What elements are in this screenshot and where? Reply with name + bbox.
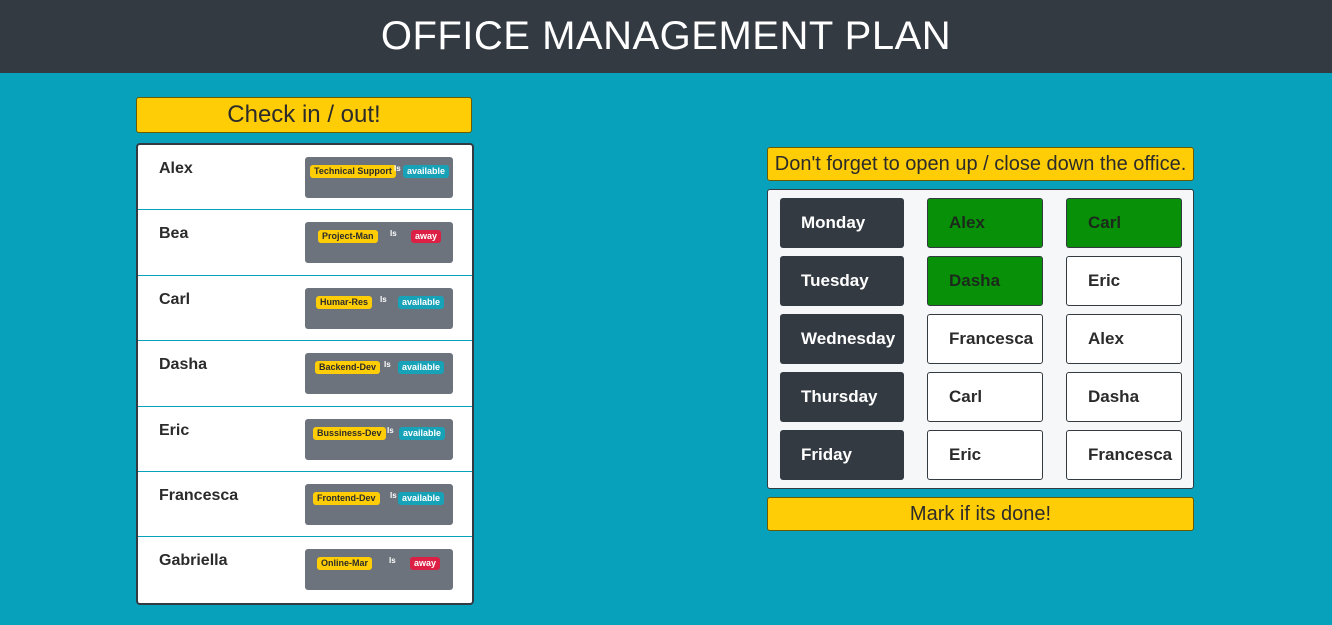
availability-badge: available [398, 361, 445, 375]
person-name: Carl [159, 290, 191, 308]
availability-badge: available [403, 165, 450, 178]
person-name: Alex [159, 160, 193, 177]
person-name: Eric [159, 421, 190, 439]
day-label: Friday [780, 430, 904, 480]
role-badge: Project-Man [318, 230, 378, 244]
page-title: OFFICE MANAGEMENT PLAN [380, 14, 952, 58]
person-name: Dasha [159, 356, 208, 374]
day-label: Monday [780, 198, 904, 248]
availability-badge: away [410, 557, 441, 571]
day-label: Tuesday [780, 256, 904, 306]
close-down-slot[interactable]: Alex [1066, 314, 1182, 364]
status-box[interactable]: Technical Support Is available [305, 157, 453, 198]
top-header: OFFICE MANAGEMENT PLAN [0, 0, 1332, 73]
is-label: Is [390, 229, 397, 239]
is-label: Is [380, 294, 387, 304]
mark-done-button[interactable]: Mark if its done! [767, 497, 1194, 531]
role-badge: Bussiness-Dev [313, 426, 386, 440]
availability-badge: available [398, 295, 445, 309]
status-box[interactable]: Backend-Dev Is available [305, 353, 453, 395]
close-down-slot[interactable]: Eric [1066, 256, 1182, 306]
person-name: Gabriella [159, 552, 228, 570]
status-box[interactable]: Humar-Res Is available [305, 287, 453, 329]
day-label: Wednesday [780, 314, 904, 364]
person-name: Bea [159, 225, 189, 243]
people-list: Alex Technical Support Is available Bea Proje… [136, 143, 474, 605]
is-label: Is [389, 556, 396, 566]
person-row[interactable]: Gabriella Online-Mar Is away [138, 537, 472, 602]
person-row[interactable]: Eric Bussiness-Dev Is available [138, 407, 472, 472]
role-badge: Backend-Dev [315, 361, 381, 375]
status-box[interactable]: Online-Mar Is away [305, 549, 453, 591]
open-up-slot[interactable]: Carl [927, 372, 1043, 422]
open-up-slot[interactable]: Dasha [927, 256, 1043, 306]
close-down-slot[interactable]: Dasha [1066, 372, 1182, 422]
person-row[interactable]: Carl Humar-Res Is available [138, 276, 472, 342]
person-row[interactable]: Francesca Frontend-Dev Is available [138, 472, 472, 538]
open-up-slot[interactable]: Eric [927, 430, 1043, 480]
close-down-slot[interactable]: Francesca [1066, 430, 1182, 480]
status-box[interactable]: Project-Man Is away [305, 222, 453, 264]
is-label: Is [387, 425, 394, 435]
availability-badge: available [399, 426, 446, 440]
reminder-banner: Don't forget to open up / close down the… [767, 147, 1194, 181]
close-down-slot[interactable]: Carl [1066, 198, 1182, 248]
role-badge: Technical Support [310, 165, 396, 178]
is-label: Is [390, 490, 397, 500]
person-row[interactable]: Bea Project-Man Is away [138, 210, 472, 276]
person-row[interactable]: Alex Technical Support Is available [138, 145, 472, 211]
role-badge: Online-Mar [317, 557, 373, 571]
person-row[interactable]: Dasha Backend-Dev Is available [138, 341, 472, 407]
status-box[interactable]: Frontend-Dev Is available [305, 483, 453, 525]
is-label: Is [384, 360, 391, 370]
office-rota-grid: Monday Alex Carl Tuesday Dasha Eric Wednesday F… [767, 189, 1194, 489]
role-badge: Humar-Res [316, 295, 373, 309]
availability-badge: available [398, 491, 445, 505]
day-label: Thursday [780, 372, 904, 422]
person-name: Francesca [159, 486, 239, 504]
status-box[interactable]: Bussiness-Dev Is available [305, 418, 453, 460]
open-up-slot[interactable]: Alex [927, 198, 1043, 248]
open-up-slot[interactable]: Francesca [927, 314, 1043, 364]
is-label: Is [394, 164, 401, 173]
role-badge: Frontend-Dev [313, 491, 380, 505]
check-in-out-button[interactable]: Check in / out! [136, 97, 472, 133]
availability-badge: away [411, 230, 442, 244]
